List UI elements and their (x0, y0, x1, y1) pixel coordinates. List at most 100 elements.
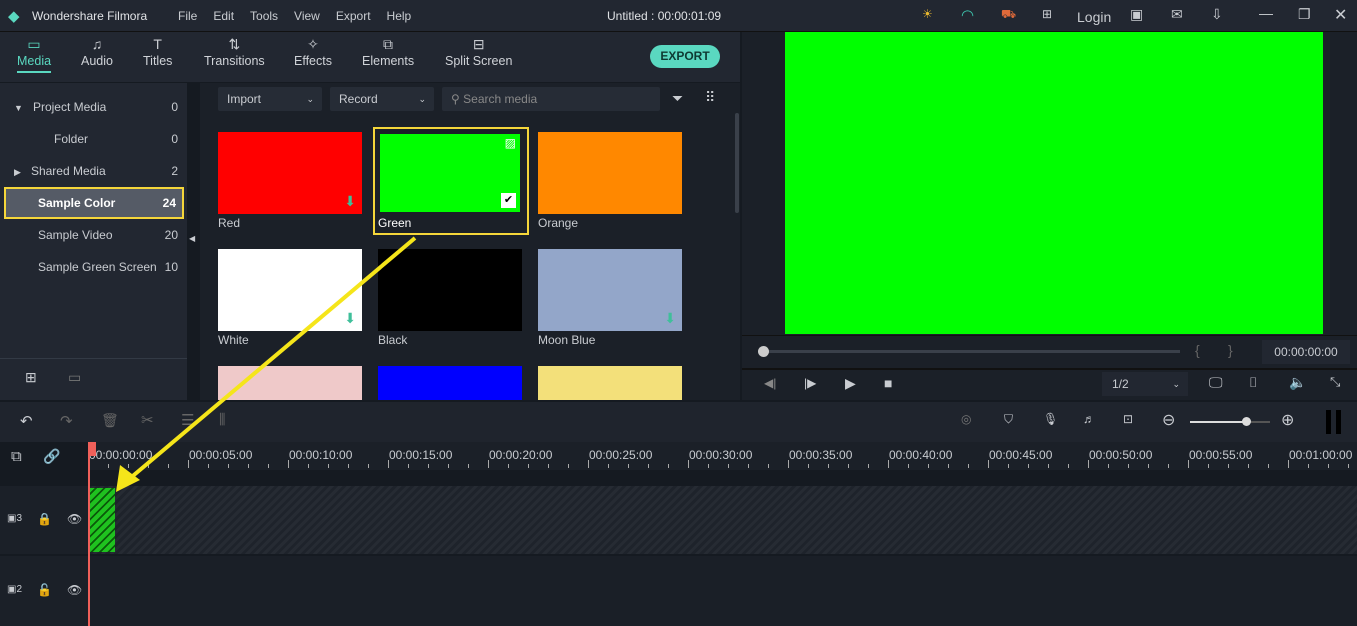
fit-timeline-icon[interactable]: ⊡ (1123, 412, 1133, 426)
timeline-ruler[interactable]: 00:00:00:00 00:00:05:00 00:00:10:00 00:00:1… (88, 442, 1357, 470)
ruler-tick (368, 464, 369, 468)
checkbox-checked-icon[interactable]: ✔ (501, 193, 516, 208)
tab-effects[interactable]: ✧ Effects (294, 36, 332, 68)
preview-scrubber[interactable] (762, 350, 1180, 353)
media-thumbnail[interactable]: ▨ ✔ (380, 134, 520, 212)
media-thumbnail[interactable] (378, 366, 522, 400)
sidebar-item-sample-color[interactable]: Sample Color 24 (4, 187, 184, 219)
quality-dropdown[interactable]: 1/2 ⌄ (1102, 372, 1188, 396)
media-scrollbar[interactable] (735, 113, 739, 213)
eye-icon[interactable]: 👁 (67, 583, 82, 597)
render-icon[interactable]: ◎ (961, 412, 971, 426)
media-thumbnail[interactable]: ⬇ (218, 132, 362, 214)
fullscreen-icon[interactable]: ⤡ (1330, 374, 1340, 390)
collapse-arrow-icon[interactable]: ▶ (14, 167, 21, 177)
media-thumbnail[interactable] (218, 366, 362, 400)
sidebar-item-project-media[interactable]: ▼ Project Media 0 (4, 92, 184, 122)
marker-icon[interactable]: ⛉ (1004, 412, 1013, 427)
audio-waveform-icon[interactable]: ⫼ (219, 411, 225, 428)
redo-icon[interactable]: ↷ (60, 412, 73, 430)
media-label: Red (218, 216, 241, 230)
tab-audio[interactable]: ♫ Audio (81, 36, 113, 68)
menu-tools[interactable]: Tools (250, 9, 278, 23)
new-folder-icon[interactable]: ⊞ (25, 369, 37, 386)
add-track-icon[interactable]: ⧉ (11, 448, 22, 465)
menu-help[interactable]: Help (387, 9, 412, 23)
restore-icon[interactable]: ❐ (1298, 6, 1311, 23)
download-icon[interactable]: ⬇ (344, 193, 356, 210)
lock-icon[interactable]: 🔒 (37, 512, 52, 526)
ruler-tick (608, 464, 609, 468)
tab-media[interactable]: ▭ Media (17, 36, 51, 73)
sidebar-item-sample-video[interactable]: Sample Video 20 (4, 220, 184, 250)
delete-icon[interactable]: 🗑 (101, 412, 119, 429)
panel-toggle-icon[interactable] (1326, 410, 1341, 434)
minimize-icon[interactable]: — (1259, 5, 1273, 21)
download-icon[interactable]: ⬇ (344, 310, 356, 327)
menu-edit[interactable]: Edit (213, 9, 234, 23)
playhead-handle[interactable] (88, 442, 96, 456)
import-dropdown[interactable]: Import ⌄ (218, 87, 322, 111)
ruler-tick (888, 460, 889, 468)
media-label: Orange (538, 216, 579, 230)
tab-elements[interactable]: ⧉ Elements (362, 36, 414, 68)
mark-in-icon[interactable]: { (1195, 342, 1200, 358)
scrubber-handle[interactable] (758, 346, 769, 357)
next-frame-icon[interactable]: |▶ (804, 376, 816, 390)
audio-mixer-icon[interactable]: ♬ (1083, 412, 1095, 426)
media-thumbnail[interactable]: ⬇ (218, 249, 362, 331)
microphone-icon[interactable]: 🎙 (1043, 412, 1058, 426)
menu-export[interactable]: Export (336, 9, 371, 23)
media-thumbnail[interactable] (378, 249, 522, 331)
menu-view[interactable]: View (294, 9, 320, 23)
media-thumbnail[interactable]: ⬇ (538, 249, 682, 331)
collapse-sidebar-icon[interactable]: ◀ (189, 234, 195, 243)
playhead[interactable] (88, 442, 90, 626)
tab-transitions[interactable]: ⇅ Transitions (204, 36, 265, 68)
link-icon[interactable]: 🔗 (43, 448, 60, 465)
volume-icon[interactable]: 🔈 (1289, 374, 1306, 391)
tab-label: Audio (81, 54, 113, 68)
record-dropdown[interactable]: Record ⌄ (330, 87, 434, 111)
sidebar-item-shared-media[interactable]: ▶ Shared Media 2 (4, 156, 184, 186)
stop-icon[interactable]: ■ (884, 375, 892, 391)
mark-out-icon[interactable]: } (1228, 342, 1233, 358)
zoom-in-icon[interactable]: ⊕ (1281, 410, 1294, 430)
snapshot-icon[interactable]: ⌷ (1249, 374, 1257, 391)
cart-icon[interactable]: ⛟ (1001, 7, 1016, 23)
previous-frame-icon[interactable]: ◀| (764, 376, 776, 390)
gift-icon[interactable]: ⊞ (1042, 7, 1052, 21)
unlock-icon[interactable]: 🔓 (37, 583, 52, 597)
eye-icon[interactable]: 👁 (67, 512, 82, 526)
sidebar-item-folder[interactable]: Folder 0 (4, 124, 184, 154)
sidebar-item-sample-green-screen[interactable]: Sample Green Screen 10 (4, 252, 184, 282)
zoom-out-icon[interactable]: ⊖ (1162, 410, 1175, 430)
media-thumbnail[interactable] (538, 132, 682, 214)
menu-file[interactable]: File (178, 9, 197, 23)
download-icon[interactable]: ⬇ (664, 310, 676, 327)
green-clip[interactable] (89, 488, 115, 552)
lightbulb-icon[interactable]: ☀ (922, 7, 933, 21)
zoom-slider[interactable] (1190, 421, 1270, 423)
mail-icon[interactable]: ✉ (1171, 6, 1183, 23)
search-input[interactable]: ⚲ Search media (442, 87, 660, 111)
tab-split-screen[interactable]: ⊟ Split Screen (445, 36, 512, 68)
zoom-slider-handle[interactable] (1242, 417, 1251, 426)
undo-icon[interactable]: ↶ (20, 412, 33, 430)
login-button[interactable]: Login (1077, 9, 1111, 25)
cut-icon[interactable]: ✂ (141, 411, 154, 429)
media-thumbnail[interactable] (538, 366, 682, 400)
folder-icon[interactable]: ▭ (68, 369, 81, 386)
save-icon[interactable]: ▣ (1130, 6, 1143, 23)
download-icon[interactable]: ⇩ (1211, 6, 1223, 23)
adjust-icon[interactable]: ☰ (181, 411, 194, 429)
play-icon[interactable]: ▶ (845, 375, 856, 392)
display-settings-icon[interactable]: 🖵 (1209, 374, 1223, 391)
filter-icon[interactable]: ⏷ (672, 90, 683, 107)
expand-arrow-icon[interactable]: ▼ (14, 103, 23, 113)
close-icon[interactable]: ✕ (1334, 5, 1347, 25)
grid-view-icon[interactable]: ⠿ (705, 89, 715, 106)
headset-icon[interactable]: ◠ (961, 6, 974, 24)
tab-titles[interactable]: T Titles (143, 36, 172, 68)
export-button[interactable]: EXPORT (650, 45, 720, 68)
